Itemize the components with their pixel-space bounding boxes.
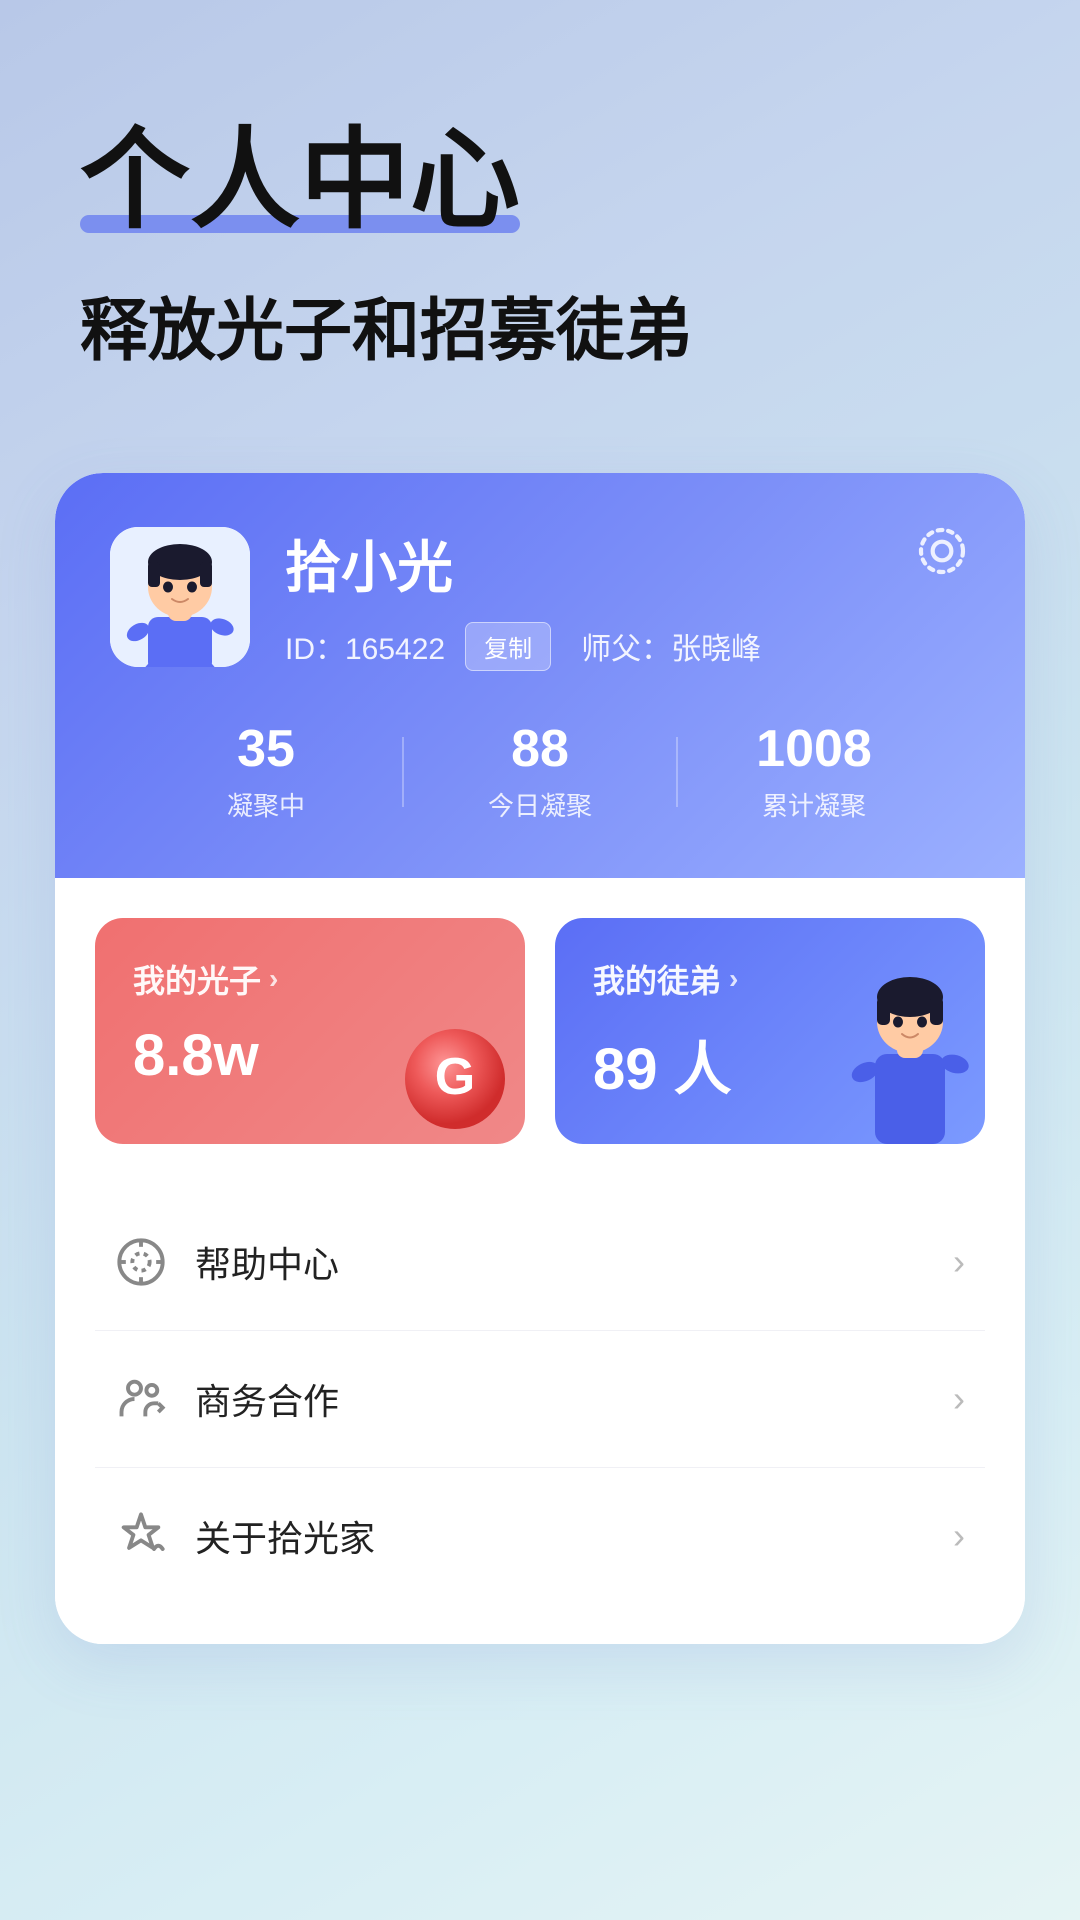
- page-subtitle: 释放光子和招募徒弟: [80, 291, 1000, 373]
- profile-info: 拾小光 ID：165422 复制 师父：张晓峰: [110, 523, 970, 671]
- profile-name: 拾小光: [285, 523, 970, 604]
- photon-card-title: 我的光子 ›: [133, 956, 487, 1002]
- stat-total-label: 累计凝聚: [678, 786, 950, 823]
- menu-item-about-left: 关于拾光家: [115, 1510, 375, 1562]
- about-chevron-icon: ›: [953, 1515, 965, 1557]
- about-icon: [115, 1510, 167, 1562]
- stats-row: 35 凝聚中 88 今日凝聚 1008 累计凝聚: [110, 721, 970, 823]
- menu-section: 帮助中心 › 商务合作 ›: [55, 1184, 1025, 1644]
- page-header: 个人中心 释放光子和招募徒弟: [0, 0, 1080, 413]
- copy-button[interactable]: 复制: [465, 622, 551, 671]
- menu-item-about[interactable]: 关于拾光家 ›: [95, 1468, 985, 1604]
- profile-master: 师父：张晓峰: [581, 624, 761, 668]
- cards-row: 我的光子 › 8.8w G: [55, 878, 1025, 1184]
- menu-item-help-left: 帮助中心: [115, 1236, 339, 1288]
- disciple-chevron-icon: ›: [729, 963, 738, 995]
- stat-condensing-label: 凝聚中: [130, 786, 402, 823]
- menu-label-help: 帮助中心: [195, 1236, 339, 1288]
- settings-icon[interactable]: [914, 523, 970, 579]
- profile-text: 拾小光 ID：165422 复制 师父：张晓峰: [285, 523, 970, 671]
- profile-meta: ID：165422 复制 师父：张晓峰: [285, 622, 970, 671]
- disciple-figure-icon: [845, 964, 975, 1144]
- profile-id: ID：165422: [285, 624, 445, 668]
- svg-text:G: G: [435, 1048, 475, 1106]
- photon-chevron-icon: ›: [269, 963, 278, 995]
- business-icon: [115, 1373, 167, 1425]
- menu-item-business-left: 商务合作: [115, 1373, 339, 1425]
- menu-item-help[interactable]: 帮助中心 ›: [95, 1194, 985, 1331]
- menu-label-business: 商务合作: [195, 1373, 339, 1425]
- main-card: 拾小光 ID：165422 复制 师父：张晓峰 35 凝聚中 88 今日凝聚 1: [55, 473, 1025, 1644]
- avatar: [110, 527, 250, 667]
- photon-orb-icon: G: [400, 1024, 510, 1134]
- stat-today-value: 88: [404, 721, 676, 778]
- business-chevron-icon: ›: [953, 1378, 965, 1420]
- photon-card[interactable]: 我的光子 › 8.8w G: [95, 918, 525, 1144]
- stat-condensing: 35 凝聚中: [130, 721, 402, 823]
- stat-today: 88 今日凝聚: [404, 721, 676, 823]
- profile-section: 拾小光 ID：165422 复制 师父：张晓峰 35 凝聚中 88 今日凝聚 1: [55, 473, 1025, 878]
- page-title: 个人中心: [80, 120, 520, 241]
- menu-label-about: 关于拾光家: [195, 1510, 375, 1562]
- stat-today-label: 今日凝聚: [404, 786, 676, 823]
- menu-item-business[interactable]: 商务合作 ›: [95, 1331, 985, 1468]
- stat-condensing-value: 35: [130, 721, 402, 778]
- help-icon: [115, 1236, 167, 1288]
- help-chevron-icon: ›: [953, 1241, 965, 1283]
- disciple-card[interactable]: 我的徒弟 › 89 人: [555, 918, 985, 1144]
- stat-total-value: 1008: [678, 721, 950, 778]
- stat-total: 1008 累计凝聚: [678, 721, 950, 823]
